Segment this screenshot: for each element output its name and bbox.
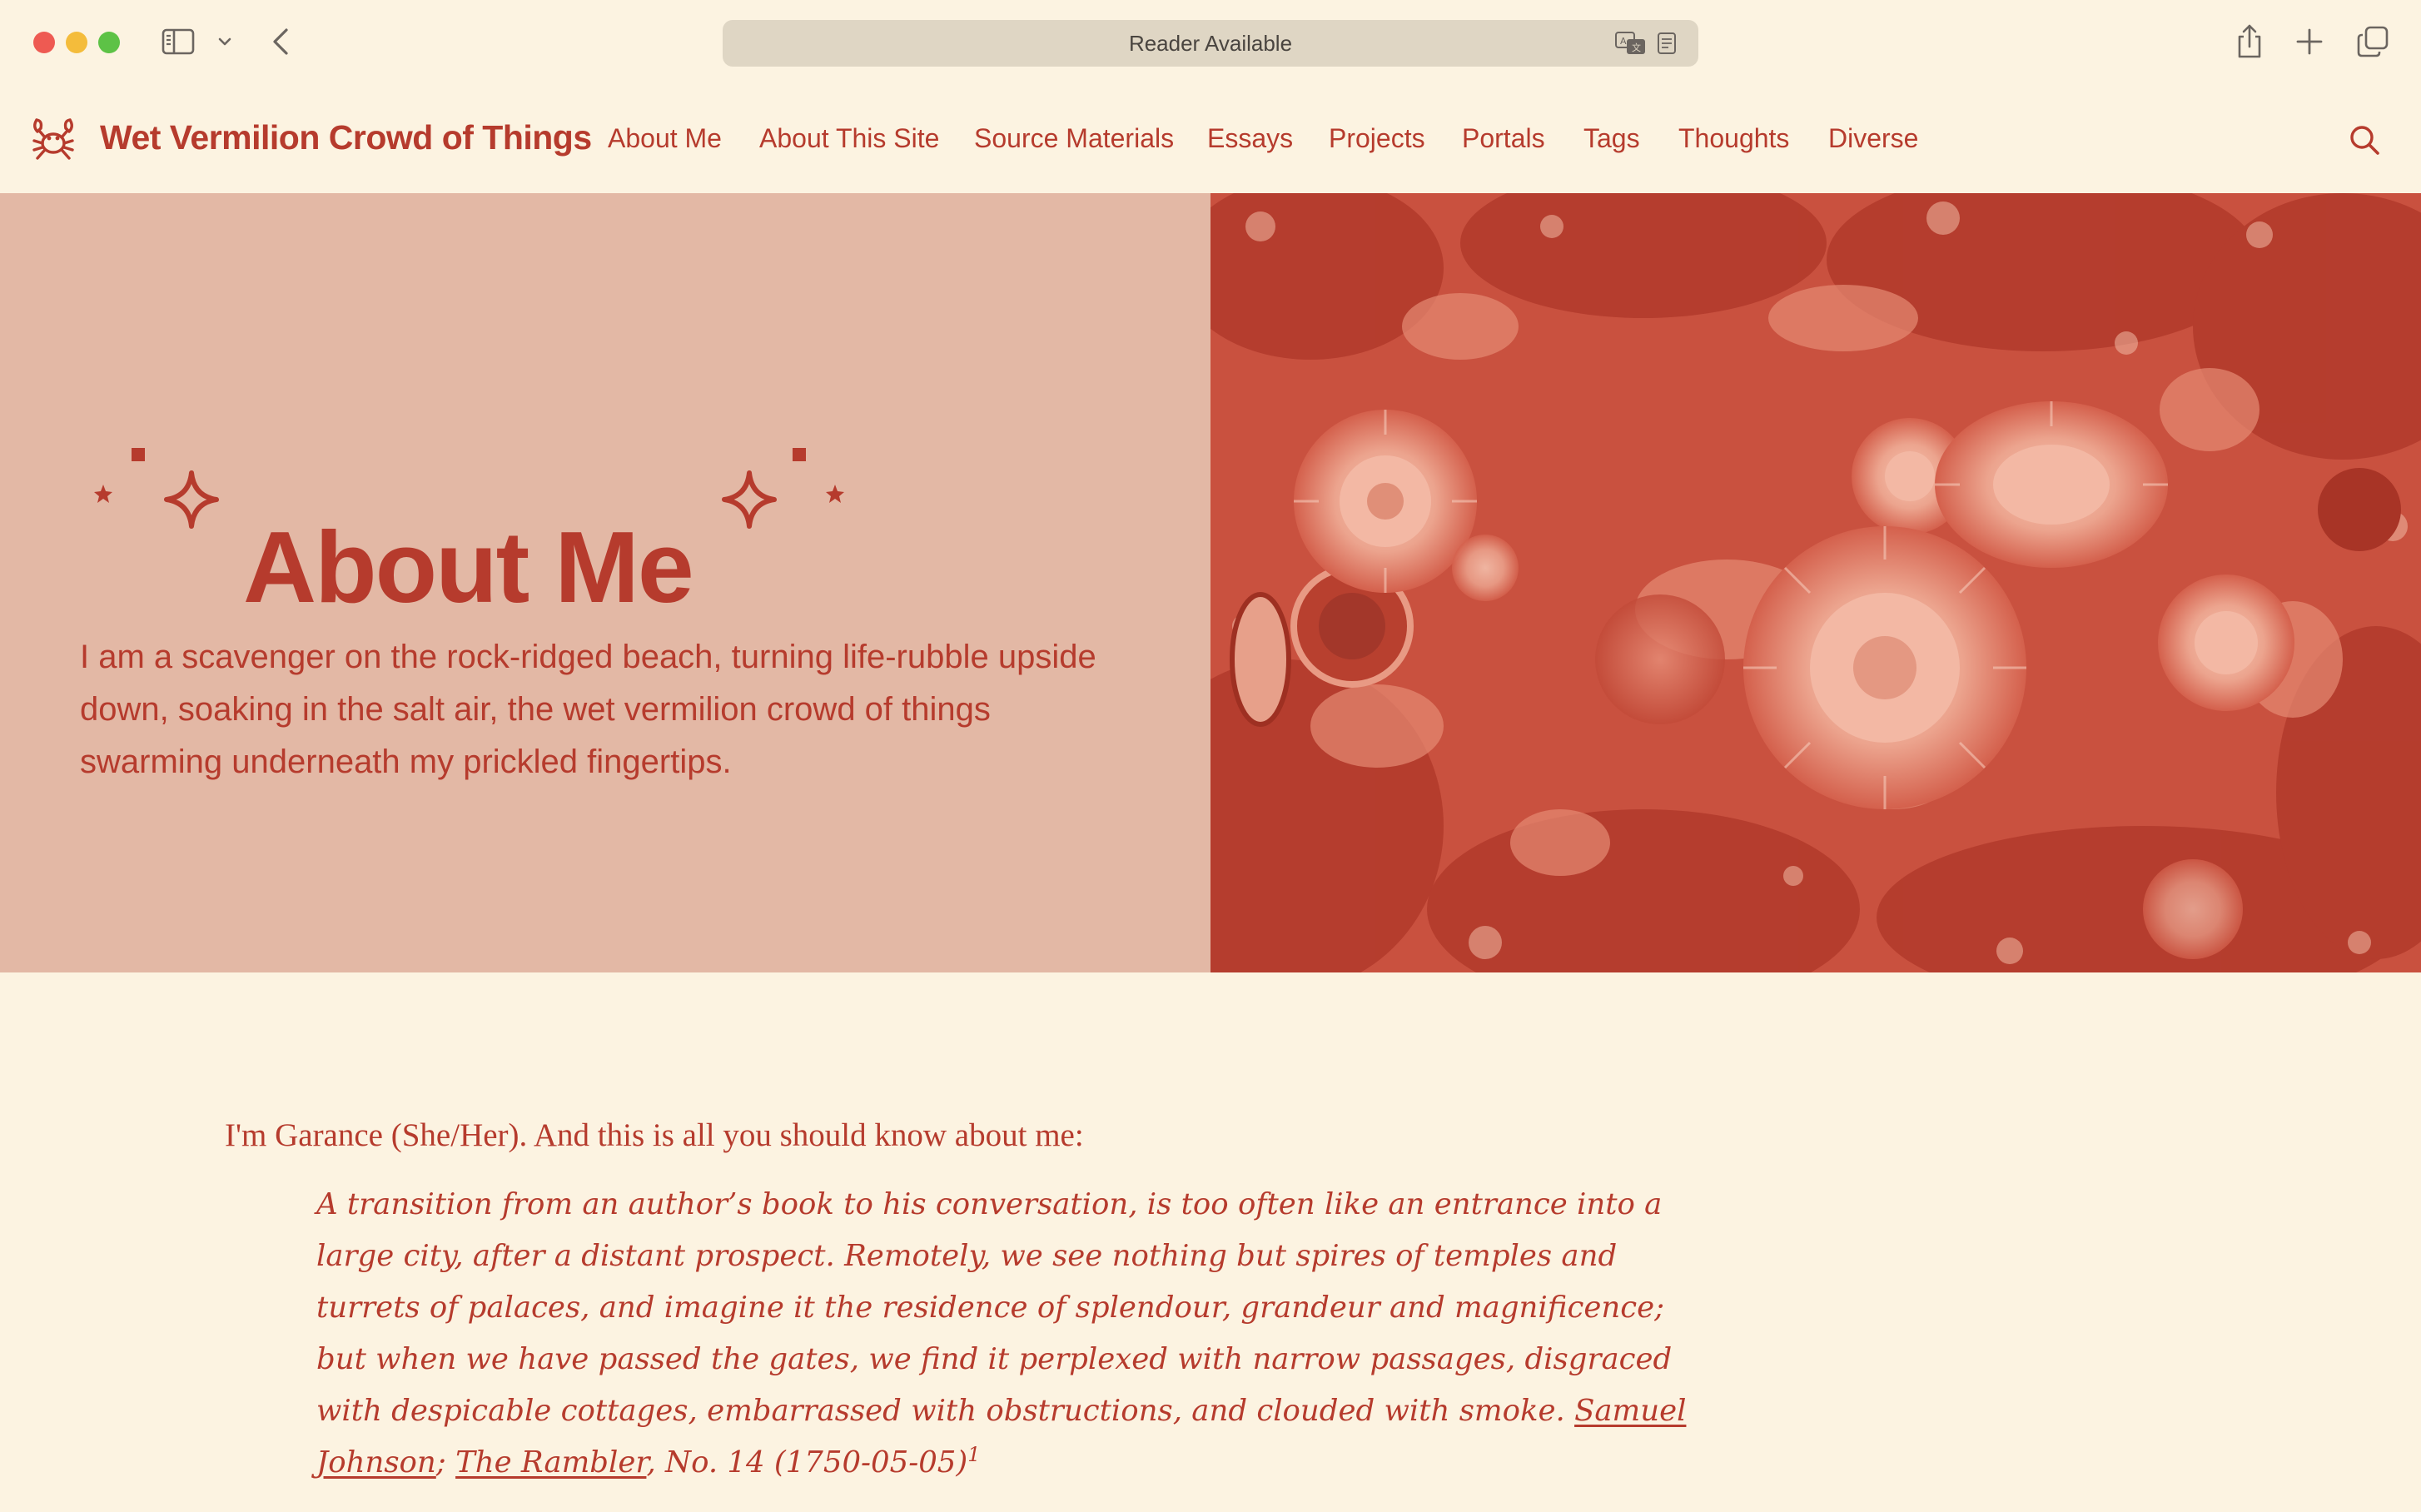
nav-about-me[interactable]: About Me xyxy=(608,123,722,154)
reader-mode-icon[interactable] xyxy=(1657,32,1677,55)
main-content: I'm Garance (She/Her). And this is all y… xyxy=(0,972,2421,1512)
nav-essays[interactable]: Essays xyxy=(1207,123,1293,154)
intro-text: I'm Garance (She/Her). And this is all y… xyxy=(225,1117,1084,1153)
quote-work-link[interactable]: The Rambler xyxy=(455,1445,646,1480)
minimize-window-button[interactable] xyxy=(66,32,87,53)
hero-title: About Me xyxy=(243,510,694,624)
sidebar-toggle-icon[interactable] xyxy=(162,28,195,55)
share-icon[interactable] xyxy=(2235,23,2264,60)
close-window-button[interactable] xyxy=(33,32,55,53)
quote-text: A transition from an author’s book to hi… xyxy=(316,1187,1673,1428)
site-title-link[interactable]: Wet Vermilion Crowd of Things xyxy=(100,118,592,157)
search-icon[interactable] xyxy=(2348,123,2381,157)
hero-text-panel: About Me I am a scavenger on the rock-ri… xyxy=(0,193,1210,972)
hero-section: About Me I am a scavenger on the rock-ri… xyxy=(0,193,2421,972)
quote-citation: , No. 14 (1750-05-05) xyxy=(646,1445,968,1480)
translate-icon[interactable]: A 文 xyxy=(1615,32,1647,55)
site-header: Wet Vermilion Crowd of Things About Me A… xyxy=(0,87,2421,193)
tab-overview-icon[interactable] xyxy=(2356,25,2389,58)
crab-icon[interactable] xyxy=(30,115,77,165)
nav-thoughts[interactable]: Thoughts xyxy=(1678,123,1789,154)
nav-diverse[interactable]: Diverse xyxy=(1828,123,1918,154)
nav-tags[interactable]: Tags xyxy=(1583,123,1640,154)
johnson-quote: A transition from an author’s book to hi… xyxy=(316,1179,1723,1489)
nav-projects[interactable]: Projects xyxy=(1329,123,1425,154)
footnote-link[interactable]: 1 xyxy=(967,1443,980,1466)
plus-icon[interactable] xyxy=(2294,27,2324,57)
sparkle-right-icon xyxy=(722,448,844,529)
hero-title-group: About Me xyxy=(83,440,916,621)
hero-subtitle: I am a scavenger on the rock-ridged beac… xyxy=(80,639,1096,780)
address-bar[interactable]: Reader Available A 文 xyxy=(723,20,1698,67)
address-bar-text: Reader Available xyxy=(1128,30,1293,56)
quote-separator: ; xyxy=(435,1445,446,1480)
svg-text:文: 文 xyxy=(1632,42,1641,53)
svg-text:A: A xyxy=(1620,36,1627,47)
nav-portals[interactable]: Portals xyxy=(1462,123,1545,154)
hero-tidepool-image xyxy=(1210,193,2421,972)
zoom-window-button[interactable] xyxy=(98,32,120,53)
chevron-down-icon[interactable] xyxy=(215,32,235,52)
browser-toolbar: Reader Available A 文 xyxy=(0,0,2421,87)
nav-about-this-site[interactable]: About This Site xyxy=(759,123,939,154)
back-arrow-icon[interactable] xyxy=(268,27,295,57)
sparkle-left-icon xyxy=(94,448,219,529)
nav-source-materials[interactable]: Source Materials xyxy=(974,123,1174,154)
